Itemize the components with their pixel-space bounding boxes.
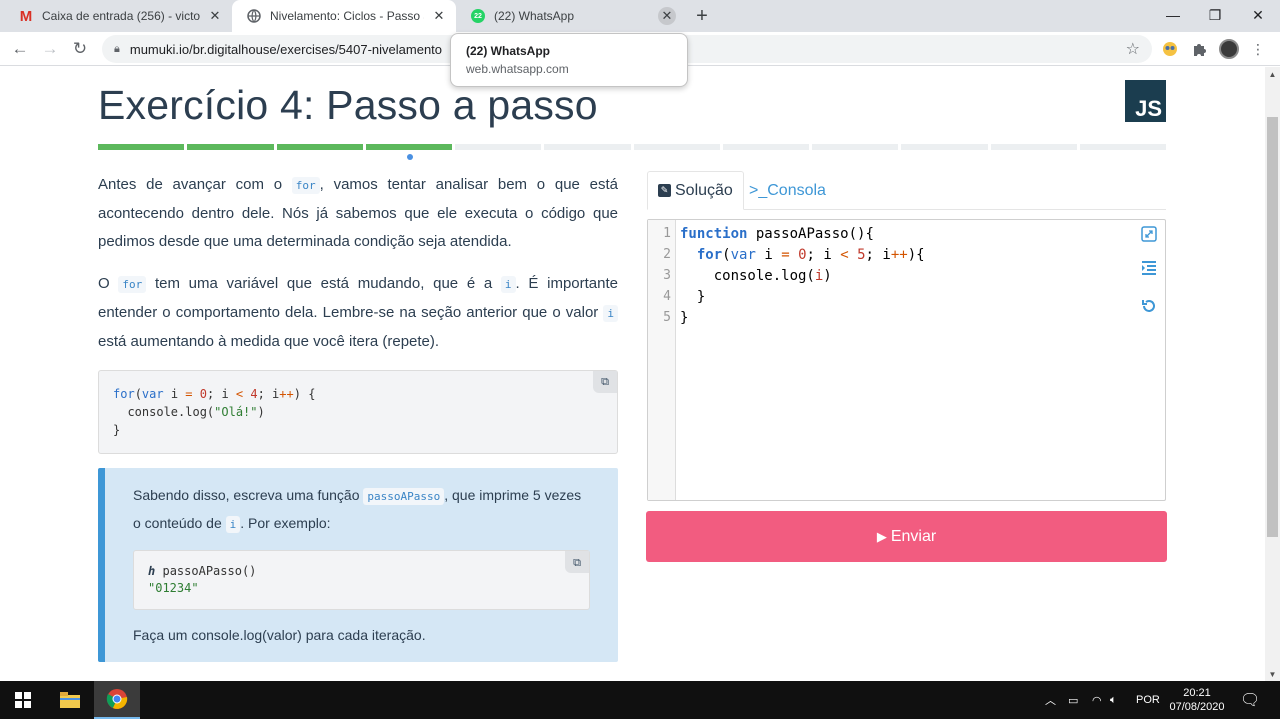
close-window-button[interactable]: ✕: [1235, 0, 1280, 30]
url-text: mumuki.io/br.digitalhouse/exercises/5407…: [129, 41, 443, 57]
tab-solution[interactable]: ✎ Solução: [647, 171, 744, 210]
tab-title: (22) WhatsApp: [494, 9, 575, 23]
submit-button[interactable]: ▶ Enviar: [646, 511, 1167, 562]
edit-icon: ✎: [658, 184, 671, 197]
task-footer: Faça um console.log(valor) para cada ite…: [133, 627, 426, 643]
reset-icon[interactable]: [1139, 296, 1159, 316]
close-tab-icon[interactable]: ✕: [658, 7, 676, 25]
clock-date: 07/08/2020: [1169, 701, 1225, 713]
tab-title: Caixa de entrada (256) - victorbs: [42, 9, 200, 23]
restore-button[interactable]: ❐: [1192, 0, 1238, 30]
example-code-block: ⧉ for(var i = 0; i < 4; i++) { console.l…: [98, 370, 618, 454]
paragraph: Antes de avançar com o for, vamos tentar…: [98, 176, 618, 250]
task-example-block: ⧉ ℎ passoAPasso() "01234": [133, 550, 590, 610]
volume-icon[interactable]: 🔈︎: [1110, 681, 1117, 719]
inline-code: for: [118, 276, 147, 293]
progress-segment[interactable]: [722, 144, 809, 150]
globe-icon: [246, 8, 262, 24]
progress-segment[interactable]: [187, 144, 274, 150]
progress-bar: [98, 144, 1166, 150]
progress-segment[interactable]: [544, 144, 631, 150]
file-explorer-icon[interactable]: [47, 681, 93, 719]
menu-kebab-icon[interactable]: ⋮: [1248, 39, 1268, 59]
current-position-dot: [407, 154, 413, 160]
wifi-icon[interactable]: ◠: [1092, 681, 1102, 719]
hover-card-url: web.whatsapp.com: [466, 62, 569, 76]
extensions-puzzle-icon[interactable]: [1189, 39, 1209, 59]
browser-tabstrip: M Caixa de entrada (256) - victorbs ✕ Ni…: [0, 0, 1280, 32]
tab-whatsapp[interactable]: 22 (22) WhatsApp ✕: [456, 0, 684, 32]
tab-nivelamento[interactable]: Nivelamento: Ciclos - Passo a pas ✕: [232, 0, 456, 32]
editor-tabs: ✎ Solução >_Consola: [647, 171, 1166, 210]
inline-code: i: [500, 276, 516, 293]
scroll-thumb[interactable]: [1267, 117, 1278, 537]
windows-taskbar: ︿ ▭ ◠ 🔈︎ POR 20:21 07/08/2020 🗨︎: [0, 681, 1280, 719]
scroll-down-icon[interactable]: ▼: [1265, 667, 1280, 681]
copy-icon[interactable]: ⧉: [593, 371, 617, 393]
paragraph: O for tem uma variável que está mudando,…: [98, 275, 618, 350]
forward-button[interactable]: →: [37, 36, 63, 62]
scroll-up-icon[interactable]: ▲: [1265, 67, 1280, 81]
back-button[interactable]: ←: [7, 36, 33, 62]
tab-hover-card: (22) WhatsApp web.whatsapp.com: [450, 33, 688, 87]
task-callout: Sabendo disso, escreva uma função passoA…: [98, 468, 618, 662]
inline-code: i: [603, 305, 618, 322]
tab-title: Nivelamento: Ciclos - Passo a pas: [270, 9, 424, 23]
progress-segment[interactable]: [276, 144, 363, 150]
new-tab-button[interactable]: +: [690, 4, 714, 28]
extension-icon[interactable]: [1160, 39, 1180, 59]
code-line: function passoAPasso(){: [680, 226, 874, 242]
page-scrollbar[interactable]: ▲ ▼: [1265, 67, 1280, 681]
play-icon: ▶: [876, 528, 887, 544]
close-tab-icon[interactable]: ✕: [206, 7, 224, 25]
reload-button[interactable]: ↻: [67, 36, 93, 62]
progress-segment[interactable]: [812, 144, 899, 150]
code-line: for(var i = 0; i < 5; i++){: [680, 247, 925, 263]
lock-icon: 🔒︎: [114, 42, 120, 55]
exercise-description: Antes de avançar com o for, vamos tentar…: [98, 171, 618, 662]
code-line: }: [680, 310, 689, 326]
clock-time: 20:21: [1183, 687, 1211, 699]
language-indicator[interactable]: POR: [1136, 681, 1160, 719]
indent-icon[interactable]: [1139, 258, 1159, 278]
clock[interactable]: 20:21 07/08/2020: [1168, 681, 1226, 719]
task-text: Sabendo disso, escreva uma função passoA…: [133, 487, 582, 533]
progress-segment[interactable]: [1079, 144, 1166, 150]
code-line: }: [680, 289, 706, 305]
code-editor[interactable]: 1 2 3 4 5 function passoAPasso(){ for(va…: [647, 219, 1166, 501]
fullscreen-icon[interactable]: [1139, 224, 1159, 244]
close-tab-icon[interactable]: ✕: [430, 7, 448, 25]
hover-card-title: (22) WhatsApp: [466, 44, 550, 58]
progress-segment[interactable]: [98, 144, 185, 150]
prompt-icon: ℎ: [148, 564, 156, 578]
windows-start-icon[interactable]: [0, 681, 46, 719]
inline-code: passoAPasso: [363, 488, 445, 505]
battery-icon[interactable]: ▭: [1068, 681, 1078, 719]
tray-chevron-icon[interactable]: ︿: [1045, 681, 1056, 719]
notification-icon[interactable]: 🗨︎: [1240, 681, 1260, 719]
profile-avatar[interactable]: [1219, 39, 1239, 59]
tab-gmail[interactable]: M Caixa de entrada (256) - victorbs ✕: [4, 0, 232, 32]
bookmark-star-icon[interactable]: ☆: [1126, 39, 1140, 59]
progress-segment[interactable]: [365, 144, 452, 150]
copy-icon[interactable]: ⧉: [565, 551, 589, 573]
chrome-taskbar-icon[interactable]: [94, 681, 140, 719]
inline-code: i: [225, 516, 241, 533]
line-gutter: 1 2 3 4 5: [648, 220, 676, 500]
minimize-button[interactable]: —: [1150, 0, 1196, 30]
code-line: console.log(i): [680, 268, 832, 284]
inline-code: for: [291, 177, 320, 194]
progress-segment[interactable]: [633, 144, 720, 150]
language-badge: JS: [1125, 80, 1166, 122]
whatsapp-icon: 22: [470, 8, 486, 24]
gmail-icon: M: [19, 7, 33, 25]
progress-segment[interactable]: [455, 144, 542, 150]
page-title: Exercício 4: Passo a passo: [98, 82, 598, 128]
progress-segment[interactable]: [901, 144, 988, 150]
tab-console[interactable]: >_Consola: [739, 171, 836, 210]
page-content: Exercício 4: Passo a passo JS Antes de a…: [0, 67, 1265, 681]
progress-segment[interactable]: [990, 144, 1077, 150]
